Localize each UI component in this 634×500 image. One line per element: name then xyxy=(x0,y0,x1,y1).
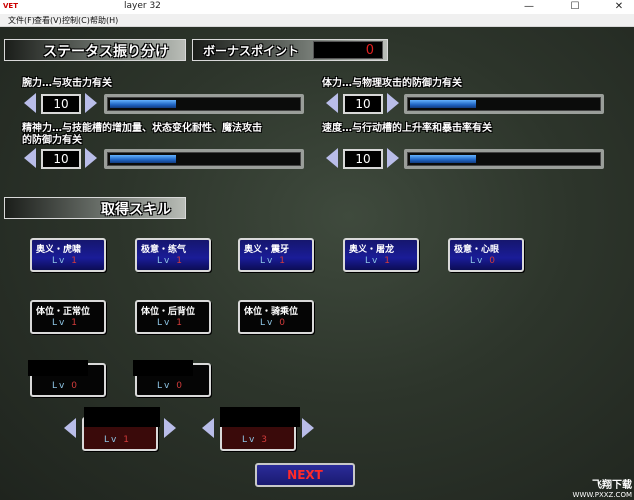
redaction-mark xyxy=(84,407,160,427)
skill-name: 奥义・虎啸 xyxy=(36,245,82,255)
menu-help[interactable]: 帮助(H) xyxy=(90,15,118,26)
skill-level: Lv 1 xyxy=(260,256,287,266)
skill-level: Lv 0 xyxy=(260,318,287,328)
stamina-bar-fill xyxy=(410,100,476,108)
status-allocation-banner: ステータス振り分け xyxy=(4,39,186,61)
strength-increase-icon[interactable] xyxy=(85,93,97,113)
skill-level: Lv 1 xyxy=(157,256,184,266)
bonus-points-value: 0 xyxy=(313,41,383,59)
stat-label-spirit-line1: 精神力…与技能槽的增加量、状态变化耐性、魔法攻击 xyxy=(22,123,262,134)
spirit-bar xyxy=(104,149,304,169)
skill-level: Lv 1 xyxy=(52,256,79,266)
skill-next-icon[interactable] xyxy=(164,418,176,438)
stat-label-strength: 腕力…与攻击力有关 xyxy=(22,78,112,89)
stat-label-spirit-line2: 的防御力有关 xyxy=(22,135,82,146)
skill-card[interactable]: 体位・正常位 Lv 1 xyxy=(30,300,106,334)
redaction-mark xyxy=(220,407,300,427)
skill-card[interactable]: 极意・练气 Lv 1 xyxy=(135,238,211,272)
skill-name: 体位・骑乘位 xyxy=(244,307,299,317)
skill-next-icon[interactable] xyxy=(302,418,314,438)
strength-bar-fill xyxy=(110,100,176,108)
strength-value: 10 xyxy=(41,94,81,114)
skill-card[interactable]: 体位・后背位 Lv 1 xyxy=(135,300,211,334)
strength-bar xyxy=(104,94,304,114)
skill-level: Lv 0 xyxy=(470,256,497,266)
skill-card[interactable]: 奥义・屠龙 Lv 1 xyxy=(343,238,419,272)
skill-level: Lv 3 xyxy=(242,435,269,445)
stamina-decrease-icon[interactable] xyxy=(326,93,338,113)
skill-level: Lv 1 xyxy=(52,318,79,328)
acquired-skills-title: 取得スキル xyxy=(101,202,171,218)
maximize-button[interactable]: ☐ xyxy=(560,0,590,14)
skill-card[interactable]: 奥义・震牙 Lv 1 xyxy=(238,238,314,272)
speed-bar-fill xyxy=(410,155,476,163)
app-icon: VET xyxy=(3,2,18,10)
acquired-skills-banner: 取得スキル xyxy=(4,197,186,219)
skill-name: 奥义・震牙 xyxy=(244,245,290,255)
game-screen: ステータス振り分け ボーナスポイント 0 腕力…与攻击力有关 10 体力…与物理… xyxy=(0,27,634,500)
menu-file[interactable]: 文件(F) xyxy=(8,15,35,26)
skill-level: Lv 0 xyxy=(52,381,79,391)
speed-bar xyxy=(404,149,604,169)
skill-name: 极意・练气 xyxy=(141,245,187,255)
redaction-mark xyxy=(28,360,88,376)
app-window: VET layer 32 — ☐ ✕ 文件(F) 查看(V) 控制(C) 帮助(… xyxy=(0,0,634,500)
skill-name: 体位・后背位 xyxy=(141,307,196,317)
speed-value: 10 xyxy=(343,149,383,169)
skill-card[interactable]: 体位・骑乘位 Lv 0 xyxy=(238,300,314,334)
spirit-decrease-icon[interactable] xyxy=(24,148,36,168)
skill-prev-icon[interactable] xyxy=(202,418,214,438)
watermark-logo: 飞翔下载 WWW.PXXZ.COM xyxy=(572,480,632,499)
stamina-value: 10 xyxy=(343,94,383,114)
redaction-mark xyxy=(133,360,193,376)
strength-decrease-icon[interactable] xyxy=(24,93,36,113)
bonus-points-label: ボーナスポイント xyxy=(203,44,300,58)
menu-bar: 文件(F) 查看(V) 控制(C) 帮助(H) xyxy=(0,14,634,27)
speed-decrease-icon[interactable] xyxy=(326,148,338,168)
spirit-bar-fill xyxy=(110,155,176,163)
skill-card[interactable]: 极意・心眼 Lv 0 xyxy=(448,238,524,272)
title-bar: VET layer 32 — ☐ ✕ xyxy=(0,0,634,14)
skill-prev-icon[interactable] xyxy=(64,418,76,438)
spirit-increase-icon[interactable] xyxy=(85,148,97,168)
window-title: layer 32 xyxy=(124,1,161,11)
skill-level: Lv 1 xyxy=(365,256,392,266)
skill-name: 极意・心眼 xyxy=(454,245,500,255)
status-allocation-title: ステータス振り分け xyxy=(43,44,169,60)
menu-control[interactable]: 控制(C) xyxy=(62,15,90,26)
stamina-increase-icon[interactable] xyxy=(387,93,399,113)
skill-card[interactable]: 奥义・虎啸 Lv 1 xyxy=(30,238,106,272)
speed-increase-icon[interactable] xyxy=(387,148,399,168)
next-button[interactable]: NEXT xyxy=(255,463,355,487)
spirit-value: 10 xyxy=(41,149,81,169)
minimize-button[interactable]: — xyxy=(514,0,544,14)
skill-name: 体位・正常位 xyxy=(36,307,91,317)
stamina-bar xyxy=(404,94,604,114)
skill-level: Lv 0 xyxy=(157,381,184,391)
skill-level: Lv 1 xyxy=(157,318,184,328)
close-button[interactable]: ✕ xyxy=(604,0,634,14)
skill-level: Lv 1 xyxy=(104,435,131,445)
skill-name: 奥义・屠龙 xyxy=(349,245,395,255)
stat-label-stamina: 体力…与物理攻击的防御力有关 xyxy=(322,78,462,89)
stat-label-speed: 速度…与行动槽的上升率和暴击率有关 xyxy=(322,123,492,134)
menu-view[interactable]: 查看(V) xyxy=(34,15,62,26)
